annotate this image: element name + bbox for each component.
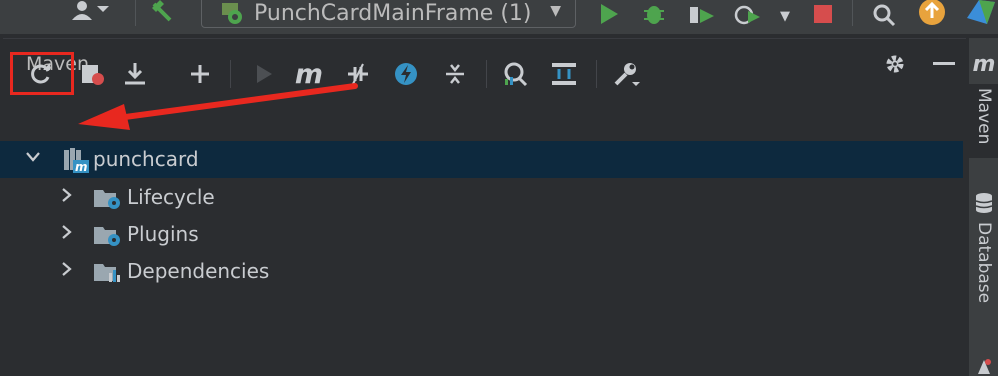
run-config-label: PunchCardMainFrame (1) — [254, 1, 532, 26]
execute-goal-icon[interactable]: m — [292, 58, 326, 90]
profile-icon[interactable] — [734, 3, 764, 31]
tab-database[interactable]: Database — [969, 222, 998, 322]
analyze-dependencies-icon[interactable] — [498, 58, 532, 90]
search-icon[interactable] — [872, 3, 896, 31]
chevron-down-icon[interactable] — [25, 149, 41, 168]
maven-module-icon: m — [62, 148, 90, 174]
download-icon[interactable] — [118, 58, 152, 90]
tab-maven-label: Maven — [974, 88, 994, 145]
toggle-offline-icon[interactable] — [341, 58, 375, 90]
chevron-down-icon: ▼ — [550, 3, 561, 19]
tree-node-plugins[interactable]: Plugins — [0, 216, 963, 253]
tree-node-root[interactable]: m punchcard — [0, 141, 963, 178]
lifecycle-folder-icon — [92, 186, 120, 210]
ide-logo-icon — [965, 0, 998, 30]
maven-stripe-glyph: m — [969, 52, 998, 77]
reload-all-icon[interactable] — [24, 58, 58, 90]
chevron-right-icon[interactable] — [60, 224, 74, 244]
tree-node-lifecycle[interactable]: Lifecycle — [0, 179, 963, 216]
chevron-down-icon[interactable]: ▼ — [780, 6, 790, 28]
user-icon[interactable] — [70, 0, 110, 26]
update-icon[interactable] — [918, 0, 948, 30]
tab-database-label: Database — [974, 222, 994, 304]
tree-node-label: punchcard — [93, 147, 199, 171]
maven-icon: m — [972, 52, 996, 77]
chevron-right-icon[interactable] — [60, 187, 74, 207]
chevron-right-icon[interactable] — [60, 261, 74, 281]
add-icon[interactable] — [183, 58, 217, 90]
right-tool-stripe: m Maven Database — [968, 38, 998, 376]
main-toolbar: PunchCardMainFrame (1) ▼ ▼ — [0, 0, 998, 34]
maven-project-tree: m punchcard Lifecycle Plugins Dependenci… — [0, 101, 963, 338]
stop-icon[interactable] — [812, 3, 834, 29]
notifications-icon[interactable] — [969, 356, 998, 376]
tab-maven[interactable]: Maven — [969, 84, 998, 158]
generate-sources-icon[interactable] — [76, 58, 110, 90]
skip-tests-icon[interactable] — [389, 58, 423, 90]
run-icon[interactable] — [598, 3, 620, 29]
run-icon[interactable] — [247, 58, 281, 90]
debug-icon[interactable] — [642, 3, 668, 31]
dependencies-folder-icon — [92, 260, 120, 284]
plugins-folder-icon — [92, 223, 120, 247]
maven-toolbar: m — [0, 52, 963, 98]
build-hammer-icon[interactable] — [150, 0, 180, 28]
database-icon — [969, 192, 998, 216]
run-with-coverage-icon[interactable] — [688, 3, 718, 31]
tree-node-dependencies[interactable]: Dependencies — [0, 253, 963, 290]
settings-wrench-icon[interactable] — [609, 58, 643, 90]
collapse-all-icon[interactable] — [438, 58, 472, 90]
show-diagram-icon[interactable] — [547, 58, 581, 90]
tree-node-label: Lifecycle — [127, 185, 215, 209]
run-configuration-selector[interactable]: PunchCardMainFrame (1) ▼ — [201, 0, 576, 28]
run-config-icon — [220, 3, 244, 25]
tree-node-label: Dependencies — [127, 259, 270, 283]
svg-text:m: m — [75, 160, 88, 174]
tree-node-label: Plugins — [127, 222, 199, 246]
